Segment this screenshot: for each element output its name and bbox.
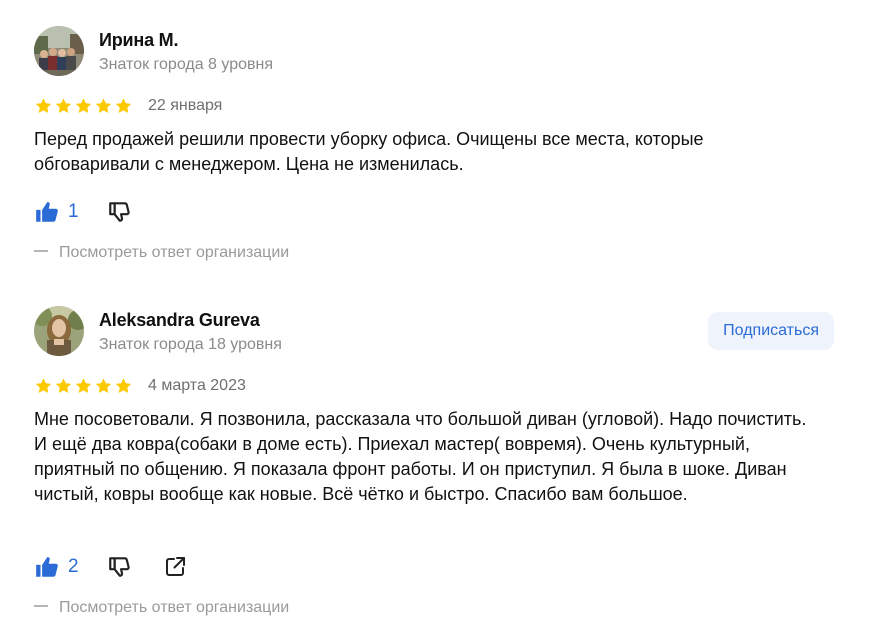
author-name[interactable]: Aleksandra Gureva <box>99 310 260 331</box>
like-button[interactable]: 1 <box>34 199 79 225</box>
like-button[interactable]: 2 <box>34 554 79 580</box>
review-actions: 1 <box>34 199 133 225</box>
author-name[interactable]: Ирина М. <box>99 30 178 51</box>
view-org-reply-label: Посмотреть ответ организации <box>59 599 290 616</box>
star-icon <box>35 98 52 113</box>
subscribe-button[interactable]: Подписаться <box>708 312 834 350</box>
star-icon <box>115 378 132 393</box>
thumbs-up-icon <box>36 202 58 222</box>
author-level: Знаток города 8 уровня <box>99 56 274 73</box>
like-count: 1 <box>68 201 79 222</box>
star-icon <box>115 98 132 113</box>
review-actions: 2 <box>34 554 187 580</box>
dash-icon <box>34 249 48 252</box>
star-icon <box>55 98 72 113</box>
review-date: 4 марта 2023 <box>148 377 246 394</box>
thumbs-down-icon <box>108 202 130 222</box>
rating-stars <box>34 97 133 115</box>
author-level: Знаток города 18 уровня <box>99 336 282 353</box>
star-icon <box>95 98 112 113</box>
view-org-reply-label: Посмотреть ответ организации <box>59 244 290 261</box>
thumbs-down-icon <box>108 557 130 577</box>
dash-icon <box>34 604 48 607</box>
star-icon <box>95 378 112 393</box>
review-text: Мне посоветовали. Я позвонила, рассказал… <box>34 409 807 504</box>
share-button[interactable] <box>163 555 187 579</box>
like-count: 2 <box>68 556 79 577</box>
rating-stars <box>34 377 133 395</box>
dislike-button[interactable] <box>107 199 133 225</box>
view-org-reply-link[interactable]: Посмотреть ответ организации <box>34 244 289 262</box>
share-icon <box>165 557 185 576</box>
star-icon <box>55 378 72 393</box>
dislike-button[interactable] <box>107 554 133 580</box>
star-icon <box>75 98 92 113</box>
review-text: Перед продажей решили провести уборку оф… <box>34 129 704 174</box>
review-date: 22 января <box>148 97 223 114</box>
thumbs-up-icon <box>36 557 58 577</box>
star-icon <box>75 378 92 393</box>
avatar[interactable] <box>34 306 84 356</box>
star-icon <box>35 378 52 393</box>
view-org-reply-link[interactable]: Посмотреть ответ организации <box>34 599 289 617</box>
avatar[interactable] <box>34 26 84 76</box>
